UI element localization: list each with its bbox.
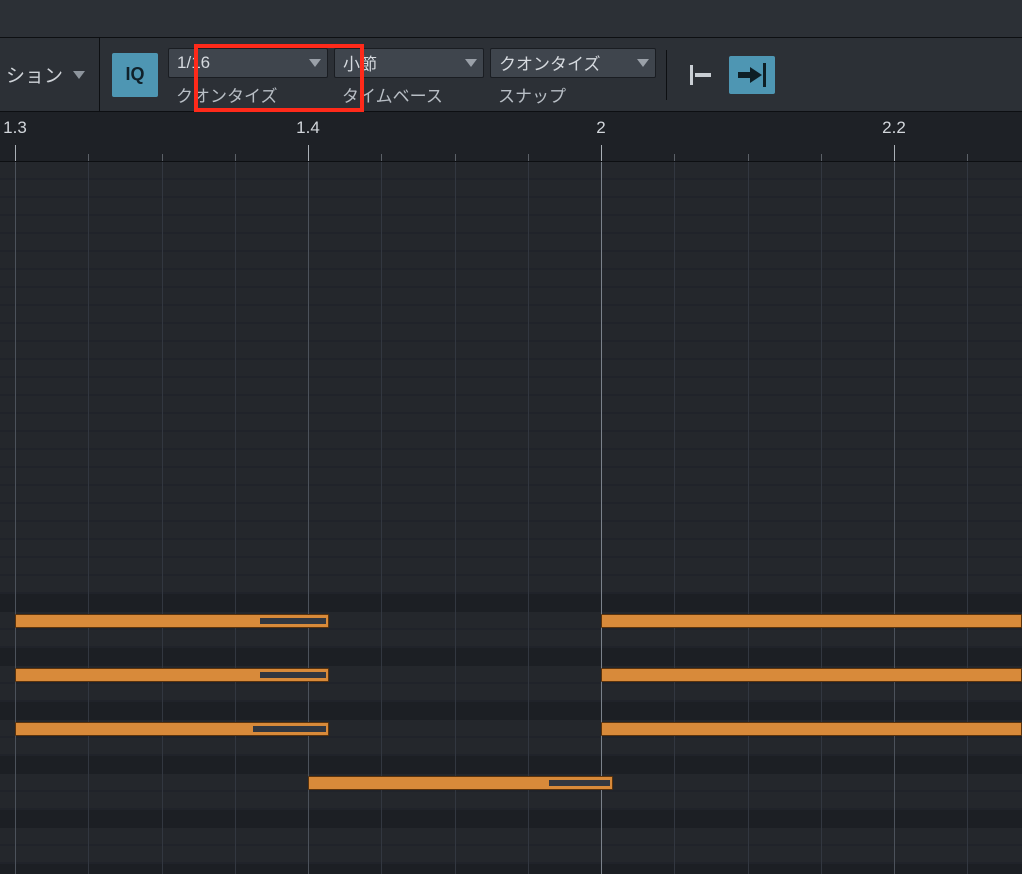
piano-roll-grid[interactable] bbox=[0, 162, 1022, 874]
grid-dark-row bbox=[0, 756, 1022, 774]
quantize-label: クオンタイズ bbox=[168, 82, 328, 104]
grid-subline bbox=[162, 162, 163, 874]
snap-end-icon bbox=[738, 63, 766, 87]
iq-label: IQ bbox=[126, 64, 145, 85]
timebase-value: 小節 bbox=[343, 50, 377, 75]
grid-dark-row bbox=[0, 648, 1022, 666]
grid-dark-row bbox=[0, 810, 1022, 828]
grid-dark-row bbox=[0, 864, 1022, 874]
section-dropdown-label: ション bbox=[6, 61, 63, 88]
midi-note[interactable] bbox=[601, 722, 1022, 736]
grid-subline bbox=[88, 162, 89, 874]
grid-subline bbox=[235, 162, 236, 874]
snap-start-icon bbox=[690, 65, 711, 85]
chevron-down-icon bbox=[465, 59, 477, 67]
timeline-ruler[interactable]: 1.3 1.4 2 2.2 bbox=[0, 112, 1022, 162]
quantize-value: 1/16 bbox=[177, 53, 210, 73]
midi-note[interactable] bbox=[15, 614, 329, 628]
grid-subline bbox=[674, 162, 675, 874]
grid-subline bbox=[821, 162, 822, 874]
midi-note[interactable] bbox=[15, 722, 329, 736]
grid-subline bbox=[748, 162, 749, 874]
ruler-tick-minor bbox=[821, 154, 822, 161]
window-top-strip bbox=[0, 0, 1022, 38]
ruler-tick-major bbox=[15, 145, 16, 161]
iq-button[interactable]: IQ bbox=[112, 53, 158, 97]
snap-dropdown[interactable]: クオンタイズ bbox=[490, 48, 656, 78]
toolbar: ション IQ 1/16 クオンタイズ 小節 タイムベース クオンタイズ スナップ bbox=[0, 38, 1022, 112]
ruler-tick-major bbox=[894, 145, 895, 161]
ruler-tick-minor bbox=[162, 154, 163, 161]
grid-subline bbox=[528, 162, 529, 874]
ruler-label: 2 bbox=[596, 118, 605, 138]
ruler-label: 2.2 bbox=[882, 118, 906, 138]
grid-dark-row bbox=[0, 594, 1022, 612]
grid-dark-row bbox=[0, 702, 1022, 720]
toolbar-separator bbox=[666, 50, 667, 100]
grid-barline bbox=[894, 162, 895, 874]
midi-note[interactable] bbox=[308, 776, 613, 790]
section-dropdown[interactable]: ション bbox=[0, 38, 100, 111]
ruler-tick-minor bbox=[674, 154, 675, 161]
chevron-down-icon bbox=[309, 59, 321, 67]
quantize-dropdown[interactable]: 1/16 bbox=[168, 48, 328, 78]
grid-barline bbox=[601, 162, 602, 874]
timebase-group: 小節 タイムベース bbox=[334, 46, 484, 104]
timebase-label: タイムベース bbox=[334, 82, 484, 104]
ruler-label: 1.4 bbox=[296, 118, 320, 138]
midi-note[interactable] bbox=[601, 614, 1022, 628]
snap-value: クオンタイズ bbox=[499, 50, 601, 75]
ruler-tick-minor bbox=[455, 154, 456, 161]
ruler-tick-minor bbox=[381, 154, 382, 161]
snap-label: スナップ bbox=[490, 82, 656, 104]
midi-note[interactable] bbox=[15, 668, 329, 682]
ruler-tick-minor bbox=[967, 154, 968, 161]
chevron-down-icon bbox=[637, 59, 649, 67]
grid-barline bbox=[15, 162, 16, 874]
ruler-tick-minor bbox=[88, 154, 89, 161]
ruler-tick-major bbox=[308, 145, 309, 161]
ruler-tick-minor bbox=[528, 154, 529, 161]
snap-start-button[interactable] bbox=[677, 56, 723, 94]
grid-subline bbox=[967, 162, 968, 874]
grid-subline bbox=[381, 162, 382, 874]
ruler-tick-major bbox=[601, 145, 602, 161]
ruler-tick-minor bbox=[748, 154, 749, 161]
ruler-label: 1.3 bbox=[3, 118, 27, 138]
chevron-down-icon bbox=[73, 71, 85, 79]
midi-note[interactable] bbox=[601, 668, 1022, 682]
snap-end-button[interactable] bbox=[729, 56, 775, 94]
timebase-dropdown[interactable]: 小節 bbox=[334, 48, 484, 78]
grid-barline bbox=[308, 162, 309, 874]
grid-subline bbox=[455, 162, 456, 874]
quantize-group: 1/16 クオンタイズ bbox=[168, 46, 328, 104]
snap-group: クオンタイズ スナップ bbox=[490, 46, 656, 104]
ruler-tick-minor bbox=[235, 154, 236, 161]
